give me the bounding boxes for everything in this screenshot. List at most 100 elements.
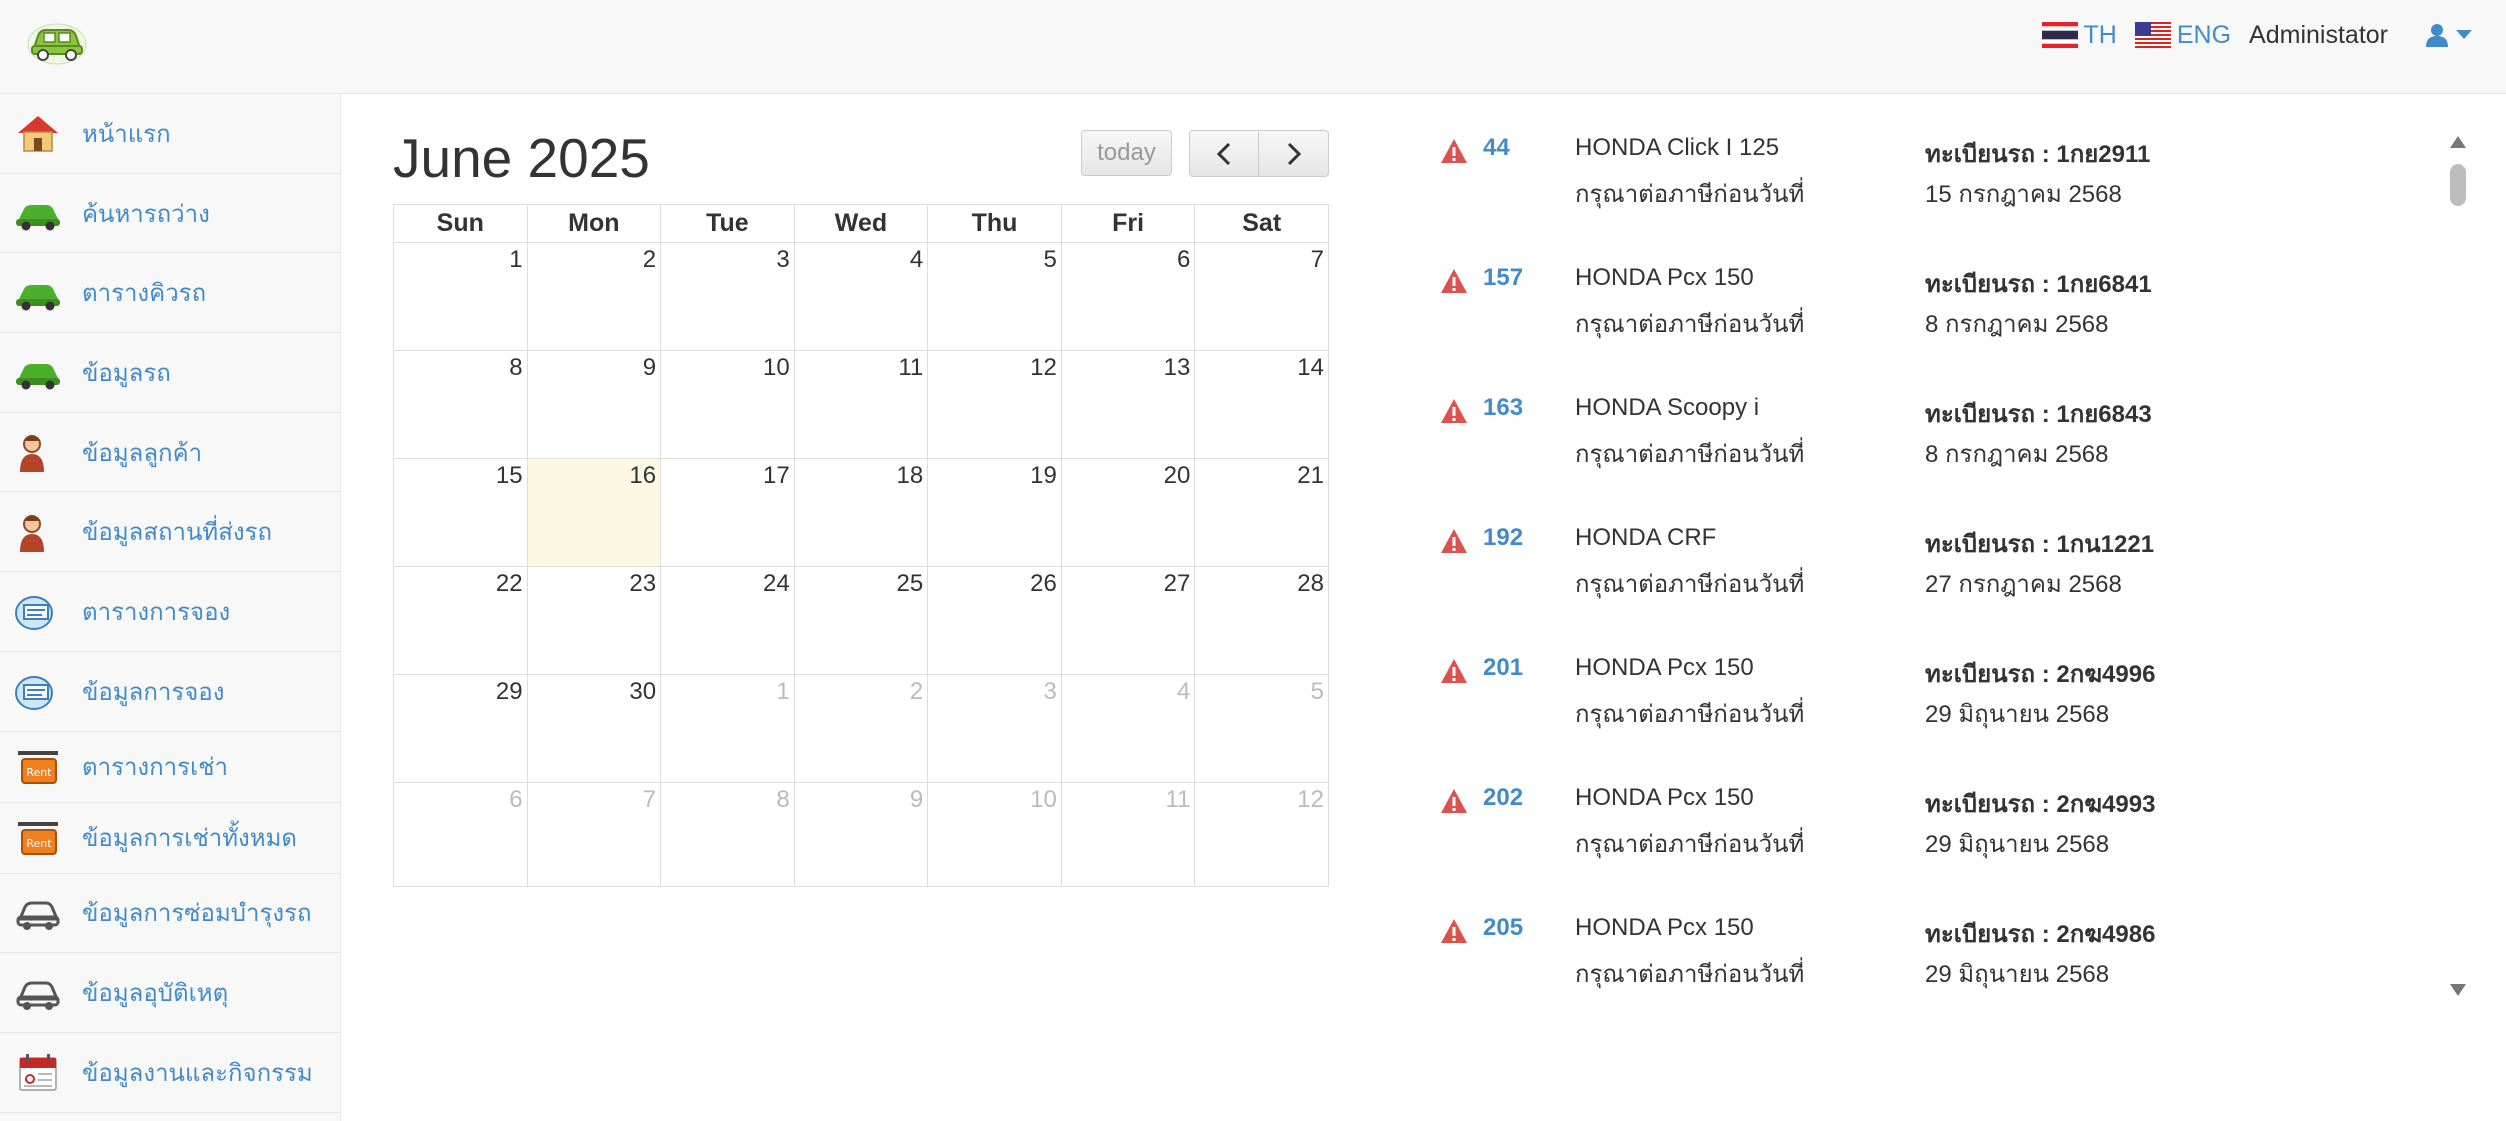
sidebar-item-events[interactable]: ข้อมูลงานและกิจกรรม bbox=[0, 1033, 340, 1113]
sidebar-item-car-info[interactable]: ข้อมูลรถ bbox=[0, 333, 340, 413]
sidebar-item-delivery-places[interactable]: ข้อมูลสถานที่ส่งรถ bbox=[0, 492, 340, 573]
alert-car-id-link[interactable]: 201 bbox=[1483, 654, 1523, 682]
calendar-day[interactable]: 1 bbox=[660, 674, 795, 783]
sidebar-item-label: ข้อมูลการเช่าทั้งหมด bbox=[82, 825, 297, 852]
alert-car-id-link[interactable]: 163 bbox=[1483, 394, 1523, 422]
user-dropdown-toggle[interactable] bbox=[2426, 23, 2472, 47]
calendar-day[interactable]: 7 bbox=[526, 782, 662, 887]
alert-due-date: 8 กรกฎาคม 2568 bbox=[1925, 441, 2109, 468]
sidebar-menu: หน้าแรก ค้นหารถว่าง ตารางคิวรถ ข้อมูลรถ bbox=[0, 94, 341, 1121]
sidebar-item-label: ข้อมูลงานและกิจกรรม bbox=[82, 1059, 313, 1087]
calendar-day[interactable]: 11 bbox=[1060, 782, 1196, 887]
alerts-scrollbar[interactable] bbox=[2446, 130, 2470, 1000]
alert-car-id-link[interactable]: 157 bbox=[1483, 264, 1523, 292]
car-logo-icon[interactable] bbox=[26, 18, 88, 66]
calendar-day[interactable]: 1 bbox=[393, 242, 528, 351]
scroll-up-arrow-icon[interactable] bbox=[2450, 136, 2466, 148]
calendar-day[interactable]: 4 bbox=[793, 242, 929, 351]
calendar-day[interactable]: 7 bbox=[1194, 242, 1329, 351]
sidebar-item-customers[interactable]: ข้อมูลลูกค้า bbox=[0, 413, 340, 493]
calendar-week-row: 29 30 1 2 3 4 5 bbox=[393, 674, 1329, 783]
lang-th-link[interactable]: TH bbox=[2041, 21, 2117, 50]
calendar-day[interactable]: 28 bbox=[1194, 566, 1329, 675]
grey-car-icon bbox=[16, 901, 60, 930]
calendar-week-row: 1234567 bbox=[393, 242, 1329, 351]
calendar-day[interactable]: 8 bbox=[393, 350, 528, 459]
sidebar-item-label: ตารางการจอง bbox=[82, 598, 231, 626]
lang-eng-link[interactable]: ENG bbox=[2134, 20, 2232, 50]
chevron-left-icon bbox=[1216, 142, 1231, 165]
calendar-day[interactable]: 18 bbox=[793, 458, 929, 567]
calendar-day[interactable]: 13 bbox=[1060, 350, 1196, 459]
calendar-day[interactable]: 24 bbox=[660, 566, 795, 675]
sidebar-item-all-rentals[interactable]: Rent ข้อมูลการเช่าทั้งหมด bbox=[0, 803, 340, 874]
prev-month-button[interactable] bbox=[1189, 130, 1259, 177]
calendar-day[interactable]: 10 bbox=[927, 782, 1062, 887]
calendar-day[interactable]: 4 bbox=[1060, 674, 1196, 783]
calendar-day[interactable]: 25 bbox=[793, 566, 929, 675]
sidebar-item-accidents[interactable]: ข้อมูลอุบัติเหตุ bbox=[0, 953, 340, 1033]
sidebar-item-search-available[interactable]: ค้นหารถว่าง bbox=[0, 174, 340, 254]
calendar-day[interactable]: 30 bbox=[526, 674, 662, 783]
alert-car-model: HONDA Pcx 150 bbox=[1575, 784, 1754, 811]
alert-car-id-link[interactable]: 202 bbox=[1483, 784, 1523, 812]
caret-down-icon bbox=[2456, 30, 2472, 39]
calendar-day[interactable]: 17 bbox=[660, 458, 795, 567]
today-button[interactable]: today bbox=[1081, 130, 1172, 176]
calendar-day[interactable]: 5 bbox=[927, 242, 1062, 351]
calendar-day[interactable]: 9 bbox=[526, 350, 662, 459]
sidebar-item-label: ข้อมูลสถานที่ส่งรถ bbox=[82, 519, 273, 547]
rent-sign-icon: Rent bbox=[18, 750, 58, 784]
alert-plate: ทะเบียนรถ : 2กฆ4986 bbox=[1925, 921, 2156, 948]
calendar-day[interactable]: 2 bbox=[793, 674, 929, 783]
calendar-day[interactable]: 12 bbox=[927, 350, 1062, 459]
alert-car-id-link[interactable]: 44 bbox=[1483, 134, 1510, 162]
calendar-day[interactable]: 15 bbox=[393, 458, 528, 567]
calendar-day[interactable]: 3 bbox=[660, 242, 795, 351]
sidebar-item-car-queue[interactable]: ตารางคิวรถ bbox=[0, 253, 340, 334]
calendar-day[interactable]: 19 bbox=[927, 458, 1062, 567]
alert-car-model: HONDA Pcx 150 bbox=[1575, 914, 1754, 941]
calendar-day[interactable]: 3 bbox=[927, 674, 1062, 783]
weekday-header: Thu bbox=[927, 204, 1062, 243]
calendar-day[interactable]: 8 bbox=[660, 782, 795, 887]
calendar-day[interactable]: 10 bbox=[660, 350, 795, 459]
calendar-day[interactable]: 9 bbox=[793, 782, 929, 887]
alert-due-date: 29 มิถุนายน 2568 bbox=[1925, 961, 2110, 988]
calendar-day[interactable]: 27 bbox=[1060, 566, 1196, 675]
alert-plate: ทะเบียนรถ : 1กย6841 bbox=[1925, 271, 2152, 298]
booking-icon bbox=[15, 676, 53, 711]
calendar-day[interactable]: 21 bbox=[1194, 458, 1329, 567]
warning-triangle-icon bbox=[1441, 269, 1467, 293]
next-month-button[interactable] bbox=[1258, 130, 1329, 177]
alert-car-id-link[interactable]: 205 bbox=[1483, 914, 1523, 942]
alert-car-model: HONDA Click I 125 bbox=[1575, 134, 1780, 161]
calendar-day[interactable]: 6 bbox=[393, 782, 528, 887]
calendar-day[interactable]: 11 bbox=[793, 350, 929, 459]
scroll-down-arrow-icon[interactable] bbox=[2450, 984, 2466, 996]
calendar-day[interactable]: 26 bbox=[927, 566, 1062, 675]
sidebar-item-booking-table[interactable]: ตารางการจอง bbox=[0, 572, 340, 652]
calendar-day[interactable]: 29 bbox=[393, 674, 528, 783]
lang-eng-label: ENG bbox=[2176, 20, 2232, 49]
alert-due-date: 29 มิถุนายน 2568 bbox=[1925, 831, 2110, 858]
calendar-day[interactable]: 6 bbox=[1060, 242, 1196, 351]
calendar-day[interactable]: 5 bbox=[1194, 674, 1329, 783]
scroll-thumb[interactable] bbox=[2450, 164, 2466, 206]
calendar-day[interactable]: 23 bbox=[526, 566, 662, 675]
calendar-day[interactable]: 20 bbox=[1060, 458, 1196, 567]
sidebar-item-booking-info[interactable]: ข้อมูลการจอง bbox=[0, 652, 340, 732]
calendar-weeks: 1 2 3 4 5 6 7 8 9 10 11 12 13 14 15 16 17 18 19 20 21 22 23 24 2… bbox=[393, 242, 1329, 887]
calendar-day[interactable]: 14 bbox=[1194, 350, 1329, 459]
weekday-header-row: Sun Mon Tue Wed Thu Fri Sat bbox=[393, 204, 1329, 243]
calendar-week-row: 22 23 24 25 26 27 28 bbox=[393, 566, 1329, 675]
calendar-day[interactable]: 22 bbox=[393, 566, 528, 675]
month-calendar-grid: Sun Mon Tue Wed Thu Fri Sat 1 2 3 4 5 6 7 8 9 10 11 12 13 1… bbox=[393, 204, 1329, 887]
sidebar-item-maintenance[interactable]: ข้อมูลการซ่อมบำรุงรถ bbox=[0, 874, 340, 954]
alert-car-id-link[interactable]: 192 bbox=[1483, 524, 1523, 552]
calendar-day-today[interactable]: 16 bbox=[526, 458, 662, 567]
calendar-day[interactable]: 12 bbox=[1194, 782, 1329, 887]
sidebar-item-rental-table[interactable]: Rent ตารางการเช่า bbox=[0, 732, 340, 803]
calendar-day[interactable]: 2 bbox=[526, 242, 662, 351]
sidebar-item-home[interactable]: หน้าแรก bbox=[0, 94, 340, 174]
